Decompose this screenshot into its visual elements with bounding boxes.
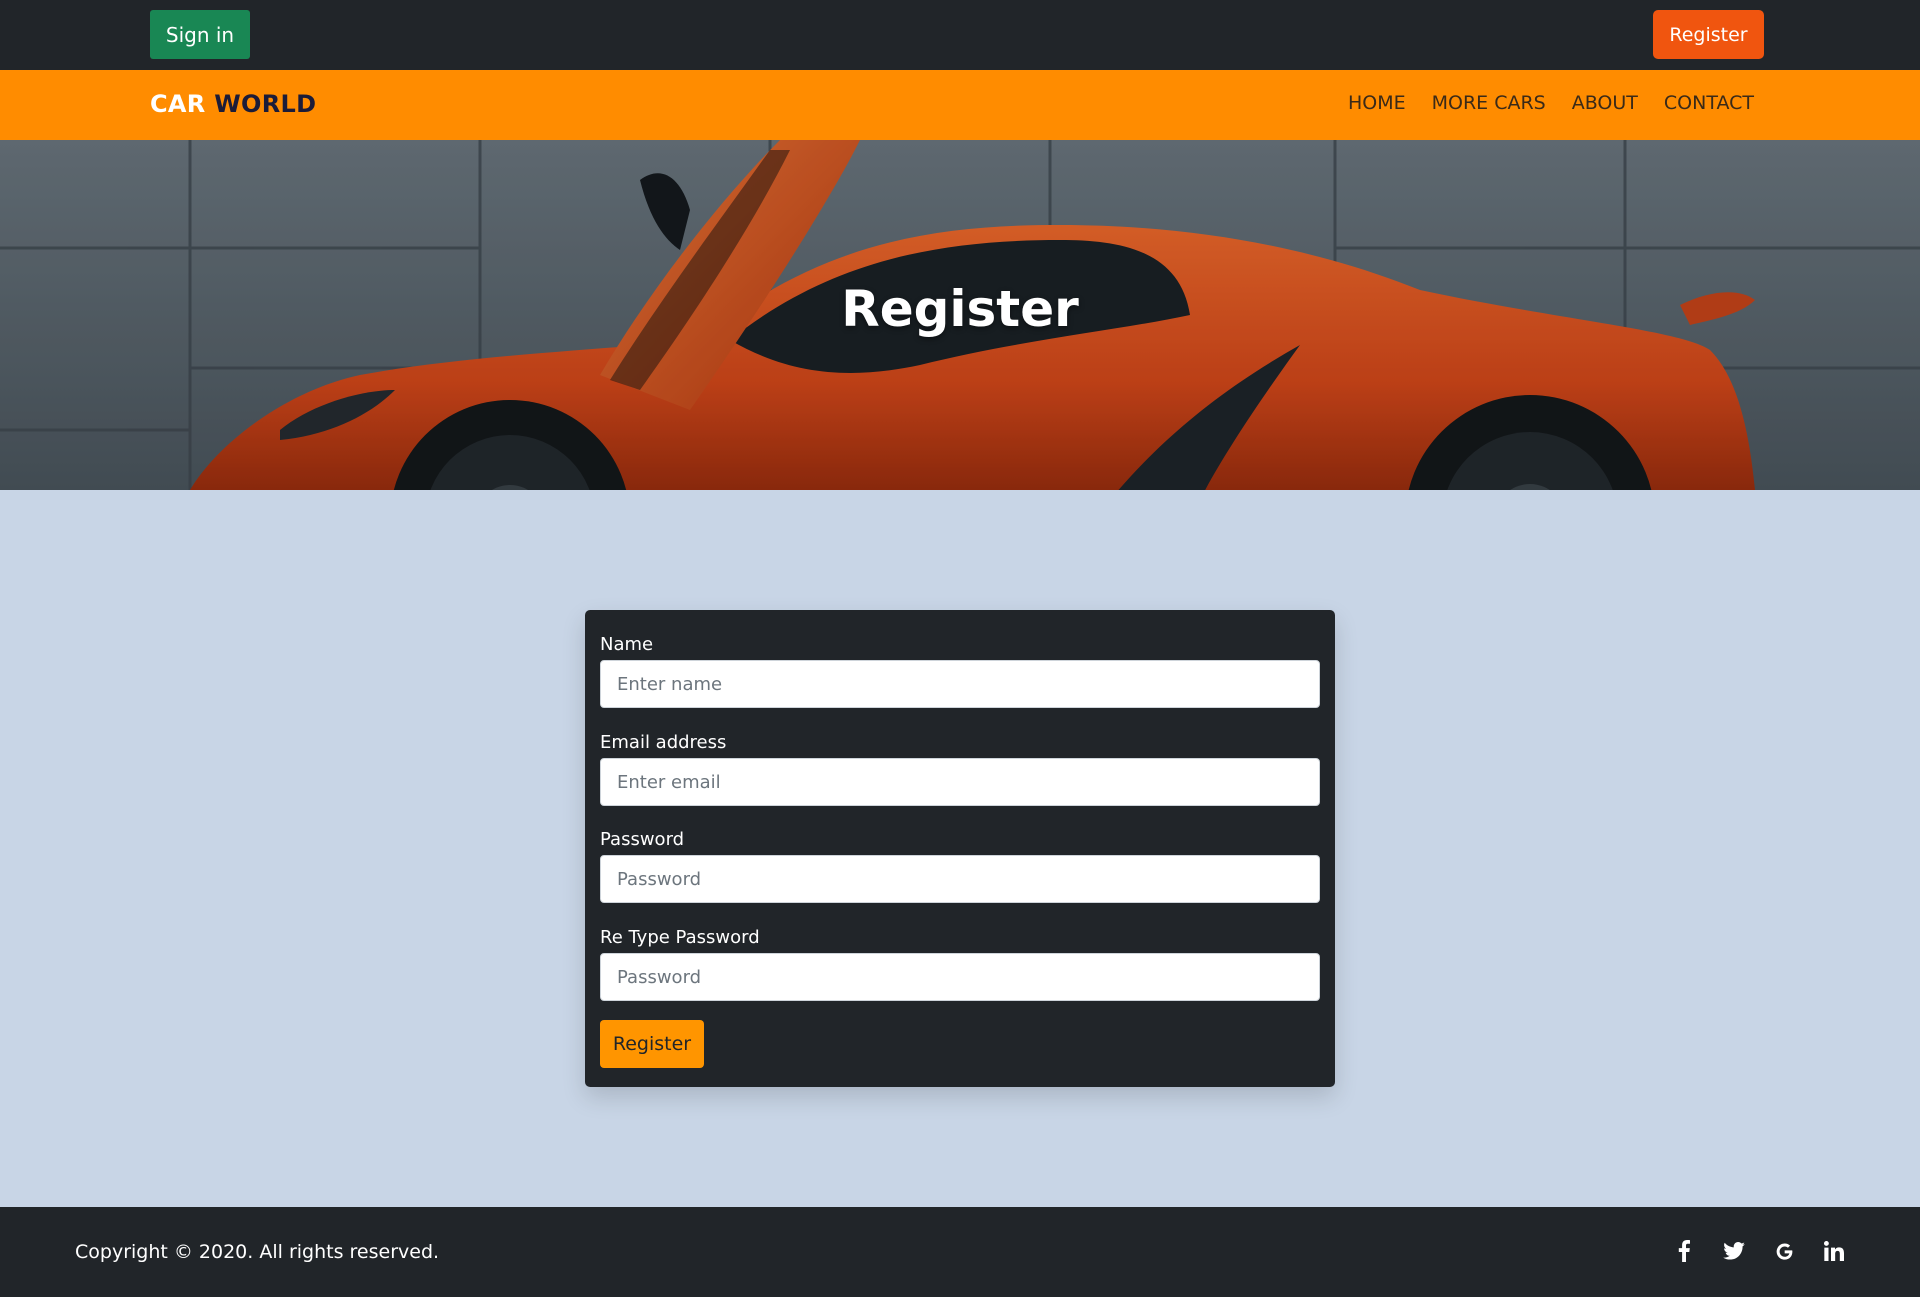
nav-home[interactable]: HOME bbox=[1348, 92, 1406, 114]
email-input[interactable] bbox=[600, 758, 1320, 806]
password-label: Password bbox=[600, 829, 685, 850]
name-input[interactable] bbox=[600, 660, 1320, 708]
register-top-button[interactable]: Register bbox=[1653, 10, 1764, 59]
top-bar: Sign in Register bbox=[0, 0, 1920, 70]
brand-text-car: CAR bbox=[150, 90, 206, 118]
hero-banner: Register bbox=[0, 140, 1920, 490]
copyright-text: Copyright © 2020. All rights reserved. bbox=[75, 1241, 440, 1263]
brand-text-world: WORLD bbox=[214, 90, 317, 118]
retype-password-input[interactable] bbox=[600, 953, 1320, 1001]
page-title: Register bbox=[841, 280, 1079, 338]
email-label: Email address bbox=[600, 732, 727, 753]
password-input[interactable] bbox=[600, 855, 1320, 903]
main-navbar: CAR WORLD HOME MORE CARS ABOUT CONTACT bbox=[0, 70, 1920, 140]
social-links bbox=[1672, 1239, 1846, 1263]
retype-password-label: Re Type Password bbox=[600, 927, 760, 948]
brand-logo[interactable]: CAR WORLD bbox=[150, 90, 316, 118]
facebook-icon[interactable] bbox=[1672, 1239, 1696, 1263]
sign-in-button[interactable]: Sign in bbox=[150, 10, 250, 59]
footer: Copyright © 2020. All rights reserved. bbox=[0, 1207, 1920, 1297]
register-form-card: Name Email address Password Re Type Pass… bbox=[585, 610, 1335, 1087]
google-icon[interactable] bbox=[1772, 1239, 1796, 1263]
name-label: Name bbox=[600, 634, 654, 655]
nav-more-cars[interactable]: MORE CARS bbox=[1432, 92, 1546, 114]
linkedin-icon[interactable] bbox=[1822, 1239, 1846, 1263]
twitter-icon[interactable] bbox=[1722, 1239, 1746, 1263]
register-submit-button[interactable]: Register bbox=[600, 1020, 704, 1068]
nav-contact[interactable]: CONTACT bbox=[1664, 92, 1754, 114]
nav-about[interactable]: ABOUT bbox=[1572, 92, 1638, 114]
nav-links: HOME MORE CARS ABOUT CONTACT bbox=[1348, 92, 1754, 114]
